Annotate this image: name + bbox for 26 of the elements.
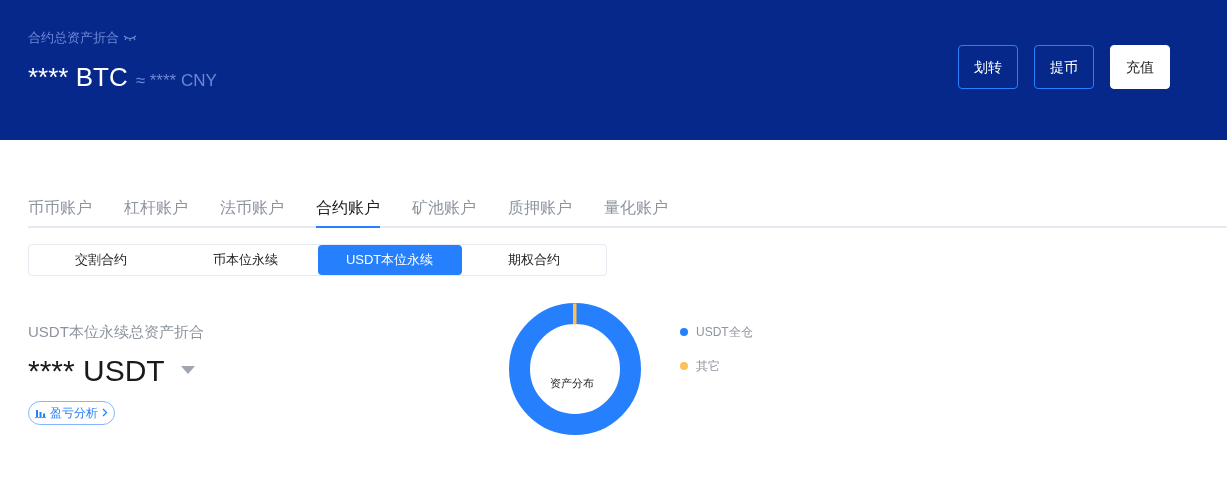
approx-amount: ≈ **** CNY <box>135 69 217 92</box>
account-tab[interactable]: 量化账户 <box>604 190 668 228</box>
legend-label: 其它 <box>696 358 720 375</box>
contract-type-tab[interactable]: 币本位永续 <box>173 245 318 275</box>
account-tab[interactable]: 法币账户 <box>220 190 284 228</box>
account-tab[interactable]: 质押账户 <box>508 190 572 228</box>
contract-type-tab[interactable]: 交割合约 <box>29 245 174 275</box>
account-tab[interactable]: 矿池账户 <box>412 190 476 228</box>
usdt-amount: **** USDT <box>28 352 165 389</box>
header-label: 合约总资产折合 <box>28 29 119 47</box>
total-amount: **** BTC <box>28 63 128 90</box>
summary-label: USDT本位永续总资产折合 <box>28 322 205 342</box>
bar-chart-icon <box>35 407 46 418</box>
contract-type-tab[interactable]: 期权合约 <box>461 245 606 275</box>
contract-type-tab[interactable]: USDT本位永续 <box>317 245 462 275</box>
account-tab[interactable]: 杠杆账户 <box>124 190 188 228</box>
eye-closed-icon[interactable] <box>123 34 137 41</box>
account-tab[interactable]: 币币账户 <box>28 190 92 228</box>
donut-center-label: 资产分布 <box>550 376 594 391</box>
chevron-right-icon <box>102 408 108 417</box>
account-tab[interactable]: 合约账户 <box>316 190 380 228</box>
header-button[interactable]: 提币 <box>1034 45 1094 89</box>
dropdown-caret-icon[interactable] <box>180 366 195 374</box>
legend-label: USDT全仓 <box>696 324 753 341</box>
header-button[interactable]: 划转 <box>958 45 1018 89</box>
deposit-button[interactable]: 充值 <box>1110 45 1170 89</box>
